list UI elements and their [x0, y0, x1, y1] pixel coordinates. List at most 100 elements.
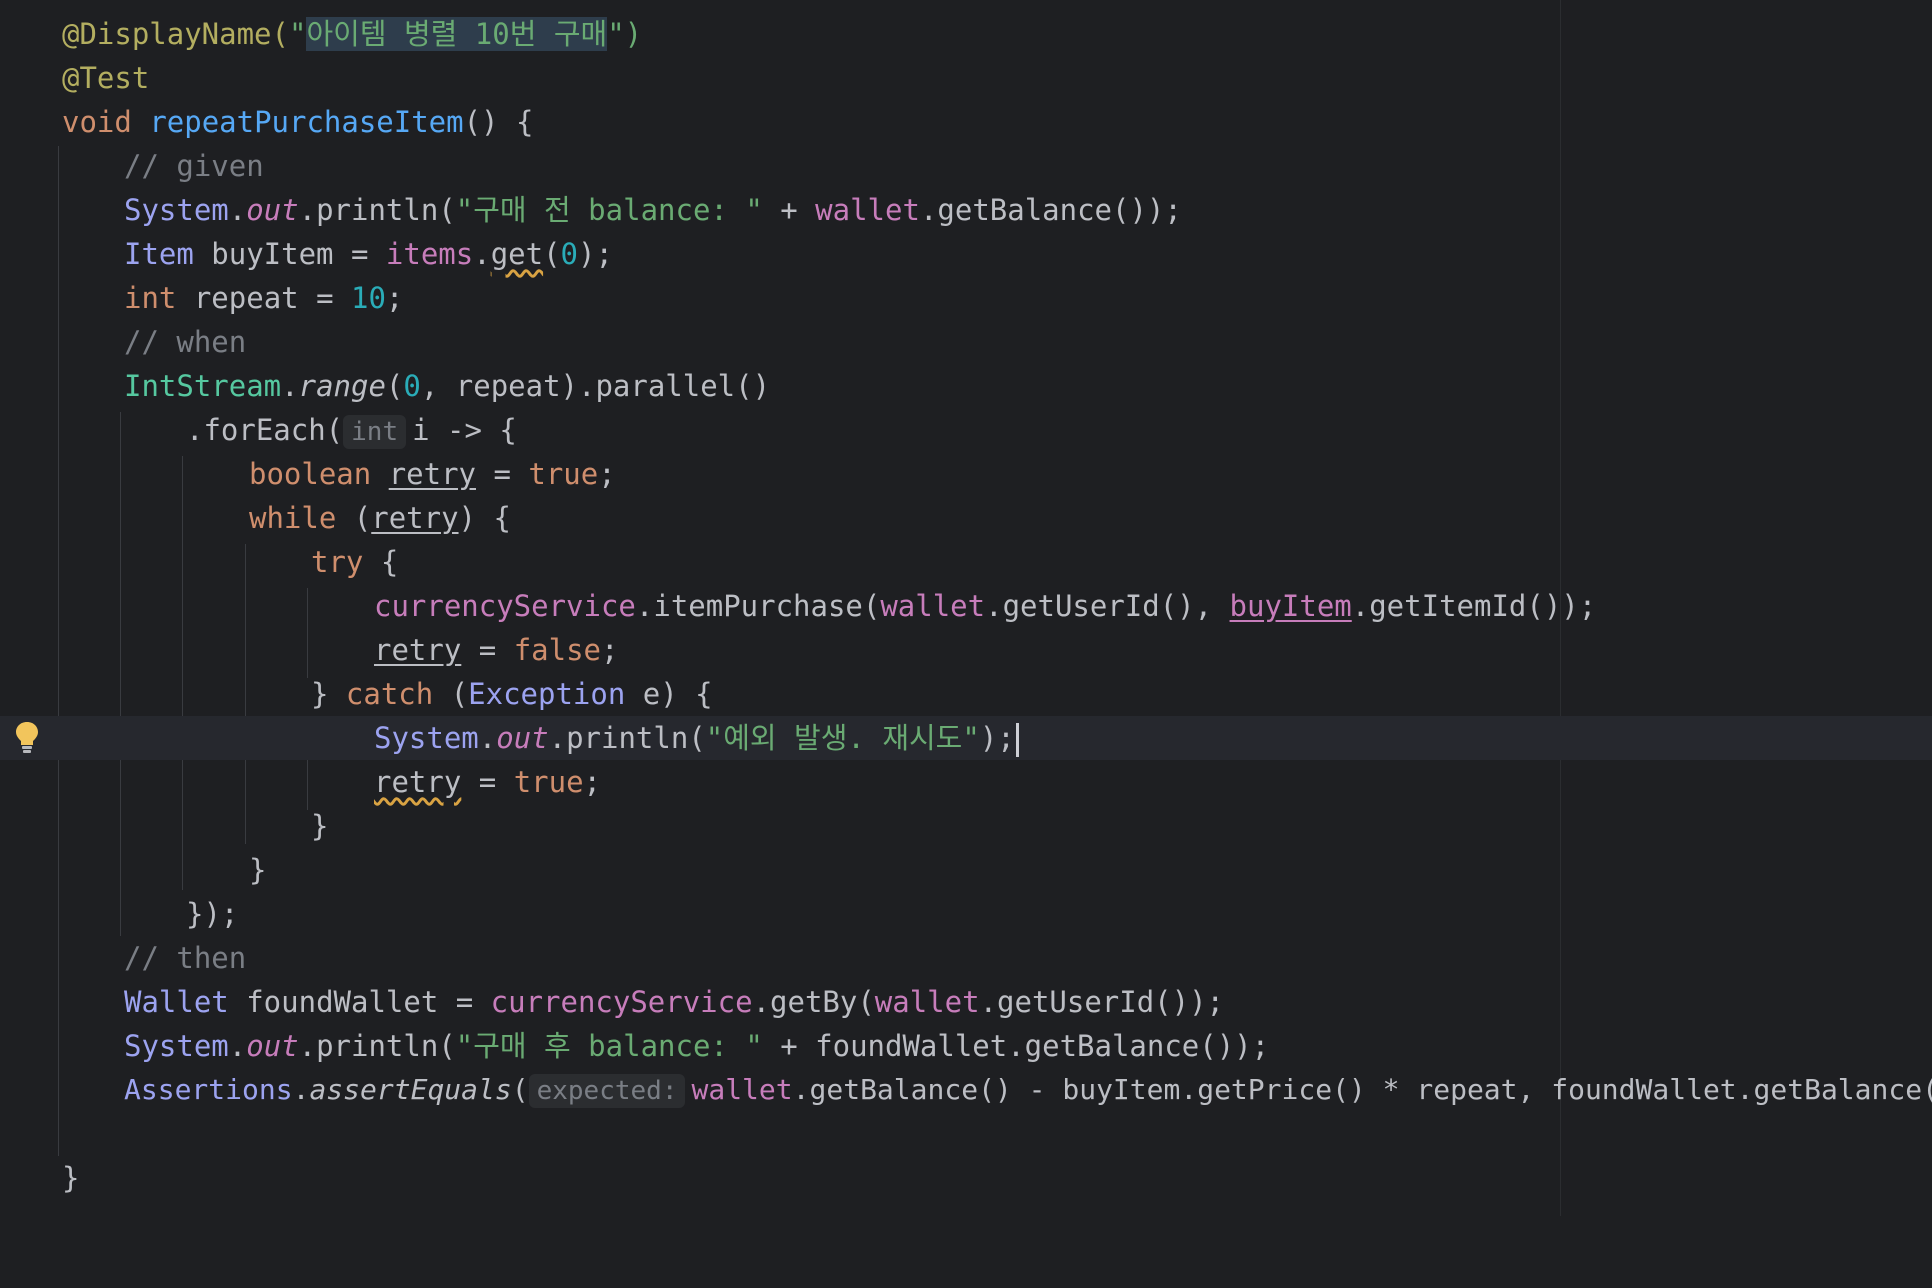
field-token: wallet — [874, 985, 980, 1019]
keyword-token: boolean — [249, 457, 372, 491]
number-token: 10 — [351, 281, 386, 315]
keyword-token: int — [124, 281, 177, 315]
code-text: .getBalance() - buyItem.getPrice() * rep… — [792, 1073, 1932, 1106]
lightbulb-icon[interactable] — [14, 720, 40, 754]
code-line[interactable]: int repeat = 10; — [0, 276, 1932, 320]
static-method-token: range — [298, 369, 386, 403]
code-text: = — [461, 633, 514, 667]
code-line[interactable]: retry = true; — [0, 760, 1932, 804]
code-line[interactable]: } — [0, 848, 1932, 892]
inlay-hint[interactable]: expected: — [528, 1074, 686, 1108]
code-text: .getUserId()); — [979, 985, 1224, 1019]
class-token: System — [124, 1029, 229, 1063]
static-field-token: out — [246, 193, 299, 227]
code-text: . — [473, 237, 491, 271]
code-text: + — [762, 193, 816, 227]
comment-token: // then — [124, 941, 247, 975]
code-text: .println( — [548, 721, 706, 755]
code-text: ( — [385, 369, 404, 403]
string-token: " — [288, 17, 307, 51]
code-line[interactable]: try { — [0, 540, 1932, 584]
warning-token[interactable]: get — [491, 237, 543, 271]
code-text: . — [478, 721, 497, 755]
code-text: .println( — [298, 1029, 456, 1063]
code-text: repeat = — [176, 281, 351, 315]
field-token: currencyService — [490, 985, 753, 1019]
code-text: { — [363, 545, 399, 579]
number-token: 0 — [560, 237, 579, 271]
code-line[interactable]: @Test — [0, 56, 1932, 100]
code-text: ( — [336, 501, 372, 535]
code-line[interactable]: Item buyItem = items.get(0); — [0, 232, 1932, 276]
code-line[interactable]: while (retry) { — [0, 496, 1932, 540]
code-text: .println( — [298, 193, 456, 227]
code-line[interactable]: Assertions.assertEquals(expected: wallet.… — [0, 1068, 1932, 1112]
code-text: .getUserId(), — [985, 589, 1230, 623]
string-token: "예외 발생. 재시도" — [705, 721, 980, 755]
code-text: . — [228, 1029, 247, 1063]
code-line[interactable]: } — [0, 804, 1932, 848]
class-token: IntStream — [124, 369, 282, 403]
field-token: wallet — [815, 193, 920, 227]
code-text: ; — [583, 765, 602, 799]
keyword-token: true — [528, 457, 599, 491]
warning-token[interactable]: retry — [374, 765, 461, 799]
number-token: 0 — [403, 369, 421, 403]
code-line[interactable]: // given — [0, 144, 1932, 188]
code-text: ; — [598, 457, 616, 491]
class-token: System — [124, 193, 229, 227]
code-line[interactable]: .forEach(int i -> { — [0, 408, 1932, 452]
keyword-token: while — [249, 501, 337, 535]
code-line[interactable]: } — [0, 1156, 1932, 1200]
code-text: .getBalance()); — [919, 193, 1182, 227]
variable-token: retry — [374, 633, 462, 667]
code-text: } — [311, 677, 346, 711]
annotation-token: @Test — [62, 61, 150, 95]
code-text: . — [228, 193, 247, 227]
code-text: ( — [511, 1073, 529, 1106]
code-line[interactable]: boolean retry = true; — [0, 452, 1932, 496]
code-line[interactable]: // when — [0, 320, 1932, 364]
code-line[interactable]: @DisplayName("아이템 병렬 10번 구매") — [0, 12, 1932, 56]
field-token: wallet — [880, 589, 986, 623]
code-text: = — [461, 765, 514, 799]
code-line[interactable]: System.out.println("구매 후 balance: " + fo… — [0, 1024, 1932, 1068]
variable-token: retry — [371, 501, 459, 535]
code-text: .getBy( — [752, 985, 875, 1019]
code-text: .forEach( — [186, 413, 344, 447]
code-line[interactable]: currencyService.itemPurchase(wallet.getU… — [0, 584, 1932, 628]
code-text: , repeat).parallel() — [420, 369, 771, 403]
code-text: . — [281, 369, 299, 403]
variable-token: buyItem — [1229, 589, 1352, 623]
string-token: "구매 전 balance: " — [455, 193, 763, 227]
code-line[interactable]: } catch (Exception e) { — [0, 672, 1932, 716]
annotation-token: @DisplayName( — [62, 17, 289, 51]
code-line[interactable]: System.out.println("구매 전 balance: " + wa… — [0, 188, 1932, 232]
code-line[interactable]: IntStream.range(0, repeat).parallel() — [0, 364, 1932, 408]
inlay-hint[interactable]: int — [343, 415, 407, 449]
code-text: buyItem = — [193, 237, 386, 271]
class-token: Assertions — [124, 1073, 293, 1106]
text-caret — [1015, 723, 1019, 757]
code-line[interactable]: retry = false; — [0, 628, 1932, 672]
display-name-string: 아이템 병렬 10번 구매 — [306, 17, 608, 51]
code-editor[interactable]: @DisplayName("아이템 병렬 10번 구매") @Test void… — [0, 0, 1932, 1216]
code-line[interactable]: // then — [0, 936, 1932, 980]
code-text: } — [249, 853, 267, 887]
string-token: "구매 후 balance: " — [455, 1029, 763, 1063]
code-line[interactable]: Wallet foundWallet = currencyService.get… — [0, 980, 1932, 1024]
class-token: Item — [124, 237, 194, 271]
code-text: ; — [385, 281, 404, 315]
code-text: .getItemId()); — [1351, 589, 1597, 623]
code-text: ) { — [458, 501, 511, 535]
variable-token: retry — [388, 457, 476, 491]
static-method-token: assertEquals — [309, 1073, 512, 1106]
code-text: ; — [601, 633, 619, 667]
keyword-token: catch — [345, 677, 434, 711]
keyword-token: try — [311, 545, 364, 579]
code-line[interactable]: }); — [0, 892, 1932, 936]
code-text: .itemPurchase( — [635, 589, 881, 623]
code-line-current[interactable]: System.out.println("예외 발생. 재시도"); — [0, 716, 1932, 760]
comment-token: // given — [124, 149, 264, 183]
code-line[interactable]: void repeatPurchaseItem() { — [0, 100, 1932, 144]
